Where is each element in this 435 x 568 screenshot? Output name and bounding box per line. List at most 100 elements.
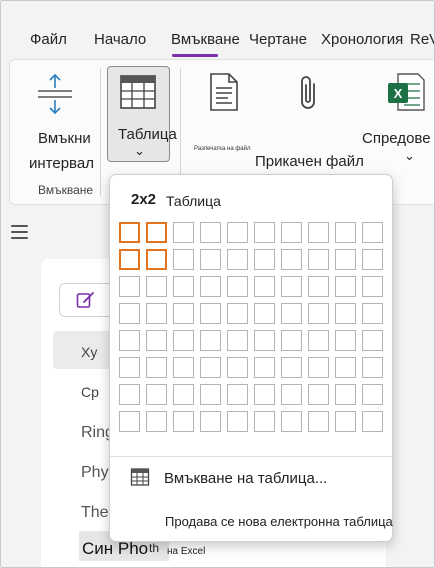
tab-insert[interactable]: Вмъкване (171, 31, 240, 48)
table-grid-cell[interactable] (200, 357, 221, 378)
table-grid-cell[interactable] (173, 357, 194, 378)
table-grid-cell[interactable] (173, 303, 194, 324)
table-grid-cell[interactable] (281, 330, 302, 351)
table-button[interactable]: Таблица ⌄ (107, 66, 177, 162)
insert-space-button[interactable]: Вмъкни интервал (18, 66, 98, 176)
table-grid-cell[interactable] (200, 222, 221, 243)
table-grid-cell[interactable] (362, 276, 383, 297)
table-grid-cell[interactable] (335, 303, 356, 324)
insert-table-menu-item[interactable]: Вмъкване на таблица... (110, 465, 392, 495)
tab-home[interactable]: Начало (94, 31, 146, 48)
table-grid-cell[interactable] (146, 249, 167, 270)
table-grid-cell[interactable] (281, 276, 302, 297)
table-grid-cell[interactable] (119, 222, 140, 243)
table-grid-cell[interactable] (281, 249, 302, 270)
table-grid-cell[interactable] (173, 222, 194, 243)
table-grid-cell[interactable] (227, 303, 248, 324)
table-grid-cell[interactable] (308, 249, 329, 270)
page-title: Син Pho (82, 539, 149, 558)
table-grid-cell[interactable] (254, 357, 275, 378)
table-grid-cell[interactable] (146, 411, 167, 432)
table-grid-cell[interactable] (335, 357, 356, 378)
table-grid-cell[interactable] (173, 330, 194, 351)
table-grid-cell[interactable] (254, 222, 275, 243)
table-grid-cell[interactable] (227, 357, 248, 378)
table-grid-cell[interactable] (254, 384, 275, 405)
table-grid-cell[interactable] (173, 276, 194, 297)
table-grid-cell[interactable] (362, 249, 383, 270)
table-grid-cell[interactable] (335, 222, 356, 243)
table-grid-cell[interactable] (119, 411, 140, 432)
table-grid-cell[interactable] (119, 384, 140, 405)
table-grid-cell[interactable] (308, 330, 329, 351)
new-page-button[interactable] (59, 283, 115, 317)
table-grid-cell[interactable] (362, 222, 383, 243)
table-grid-cell[interactable] (281, 411, 302, 432)
table-grid-cell[interactable] (227, 276, 248, 297)
table-grid-cell[interactable] (146, 330, 167, 351)
table-grid-cell[interactable] (200, 249, 221, 270)
table-grid-cell[interactable] (281, 357, 302, 378)
table-grid-cell[interactable] (173, 249, 194, 270)
table-grid-cell[interactable] (227, 411, 248, 432)
table-grid-cell[interactable] (335, 384, 356, 405)
table-grid-cell[interactable] (146, 384, 167, 405)
table-grid-cell[interactable] (362, 357, 383, 378)
table-grid-cell[interactable] (200, 411, 221, 432)
table-grid-cell[interactable] (200, 303, 221, 324)
tab-file[interactable]: Файл (30, 31, 67, 48)
table-grid-cell[interactable] (227, 222, 248, 243)
table-grid-cell[interactable] (362, 330, 383, 351)
table-grid-cell[interactable] (362, 303, 383, 324)
table-grid-cell[interactable] (308, 411, 329, 432)
table-grid-cell[interactable] (146, 303, 167, 324)
table-grid-cell[interactable] (308, 357, 329, 378)
tab-review[interactable]: ReV (410, 31, 434, 48)
table-grid-cell[interactable] (119, 276, 140, 297)
table-grid-cell[interactable] (119, 249, 140, 270)
table-grid-cell[interactable] (119, 330, 140, 351)
table-grid-cell[interactable] (308, 222, 329, 243)
page-title: Phy (81, 464, 109, 481)
table-grid-cell[interactable] (146, 357, 167, 378)
table-grid-cell[interactable] (200, 330, 221, 351)
table-grid-cell[interactable] (362, 411, 383, 432)
navigation-menu-icon[interactable] (11, 225, 28, 239)
spreadsheet-button[interactable]: X Спредове ⌄ (362, 66, 434, 170)
new-spreadsheet-menu-item[interactable]: Продава се нова електронна таблица (110, 509, 393, 535)
table-grid-cell[interactable] (119, 303, 140, 324)
page-title: The (81, 504, 109, 521)
table-grid-cell[interactable] (146, 222, 167, 243)
table-grid-cell[interactable] (335, 411, 356, 432)
table-grid-cell[interactable] (254, 411, 275, 432)
table-grid-cell[interactable] (227, 249, 248, 270)
table-grid-cell[interactable] (308, 384, 329, 405)
table-grid-cell[interactable] (254, 276, 275, 297)
table-grid-cell[interactable] (227, 330, 248, 351)
table-grid-cell[interactable] (308, 276, 329, 297)
table-grid-cell[interactable] (254, 330, 275, 351)
table-grid-cell[interactable] (254, 303, 275, 324)
insert-table-label: Вмъкване на таблица... (164, 470, 328, 487)
table-grid-cell[interactable] (335, 330, 356, 351)
attach-file-button[interactable]: Прикачен файл (255, 66, 370, 170)
file-printout-button[interactable]: Разпечатка на файл (194, 66, 256, 156)
table-grid-cell[interactable] (281, 222, 302, 243)
tab-history[interactable]: Хронология (321, 31, 403, 48)
table-grid-cell[interactable] (200, 276, 221, 297)
table-grid-cell[interactable] (254, 249, 275, 270)
table-grid-cell[interactable] (200, 384, 221, 405)
table-grid-cell[interactable] (362, 384, 383, 405)
table-grid-cell[interactable] (119, 357, 140, 378)
overlap-caption: на Excel (167, 546, 206, 557)
table-grid-cell[interactable] (173, 411, 194, 432)
table-grid-cell[interactable] (227, 384, 248, 405)
table-grid-cell[interactable] (146, 276, 167, 297)
table-grid-cell[interactable] (335, 249, 356, 270)
table-grid-cell[interactable] (335, 276, 356, 297)
table-grid-cell[interactable] (281, 384, 302, 405)
table-grid-cell[interactable] (308, 303, 329, 324)
tab-draw[interactable]: Чертане (249, 31, 307, 48)
table-grid-cell[interactable] (281, 303, 302, 324)
table-grid-cell[interactable] (173, 384, 194, 405)
